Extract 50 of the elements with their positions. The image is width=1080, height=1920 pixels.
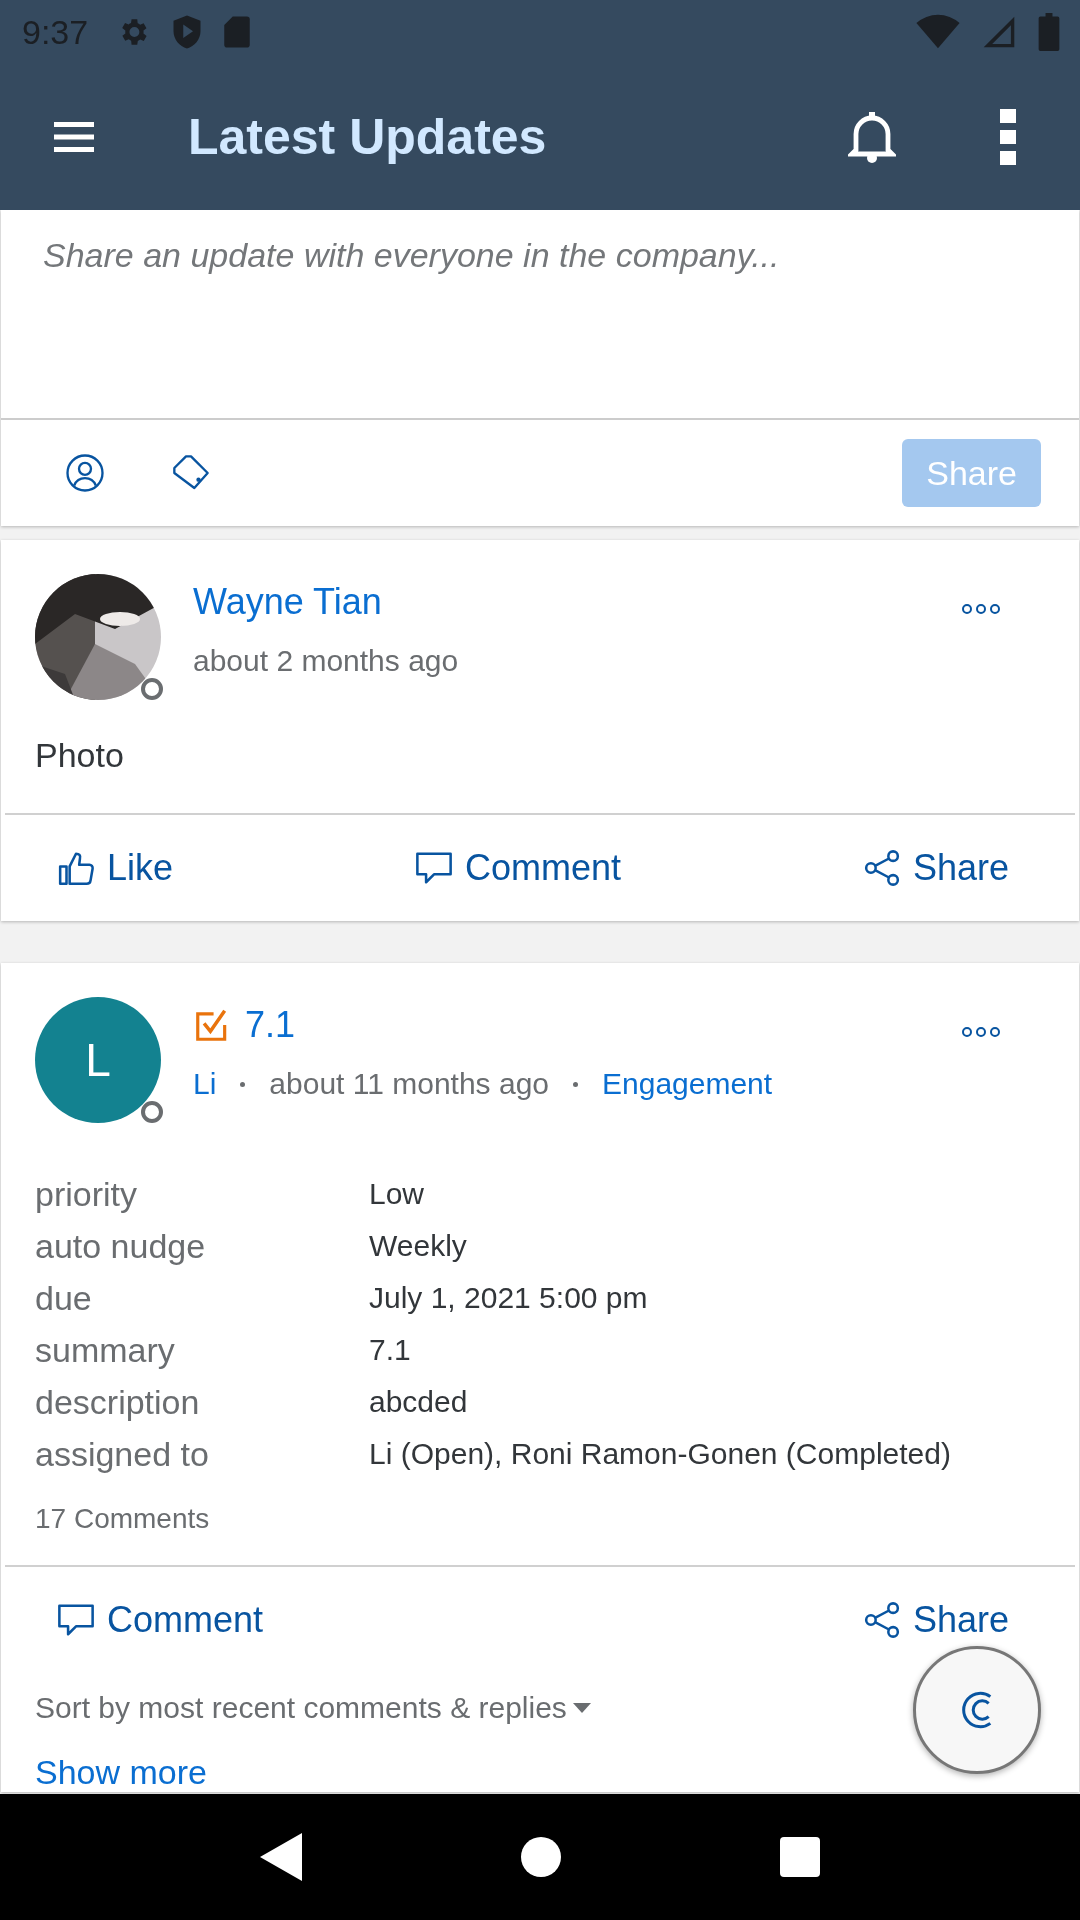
comment-button[interactable]: Comment [57,1601,264,1639]
comment-button[interactable]: Comment [414,849,621,887]
more-icon[interactable] [961,1025,1001,1039]
recent-apps-icon[interactable] [780,1837,821,1877]
sort-dropdown[interactable]: Sort by most recent comments & replies [35,1691,591,1725]
field-label: description [35,1382,201,1423]
field-value: Low [369,1176,426,1212]
field-label: priority [35,1174,139,1215]
status-time: 9:37 [22,12,89,52]
show-more-link[interactable]: Show more [1,1725,1079,1792]
comment-count: 17 Comments [34,1502,211,1536]
mention-person-icon[interactable] [65,453,105,493]
field-value: Weekly [369,1228,468,1264]
menu-icon[interactable] [54,120,94,154]
field-value: 7.1 [369,1332,412,1368]
wifi-icon [916,14,960,50]
field-value: abcded [369,1384,469,1420]
field-value: July 1, 2021 5:00 pm [369,1280,649,1316]
page-title: Latest Updates [188,108,548,166]
signal-icon [982,14,1016,50]
group-link[interactable]: Engagement [602,1067,773,1101]
presence-indicator [141,1101,163,1123]
author-link[interactable]: Wayne Tian [193,581,382,623]
field-label: assigned to [35,1434,210,1475]
field-label: summary [35,1330,176,1371]
task-title-link[interactable]: 7.1 [245,1004,296,1046]
sd-card-icon [224,15,251,49]
author-link[interactable]: Li [193,1067,217,1101]
share-icon [862,1601,901,1639]
more-options-icon[interactable] [998,109,1018,165]
post-time: about 2 months ago [193,644,459,678]
post-time: about 11 months ago [269,1067,549,1101]
field-value: Li (Open), Roni Ramon-Gonen (Completed) [369,1436,952,1472]
battery-icon [1038,13,1060,51]
field-label: auto nudge [35,1226,207,1267]
field-label: due [35,1278,93,1319]
caret-icon [572,1703,591,1713]
more-icon[interactable] [961,602,1001,616]
home-icon[interactable] [521,1837,561,1877]
like-button[interactable]: Like [57,849,174,887]
presence-indicator [141,678,163,700]
back-icon[interactable] [259,1833,302,1881]
update-field[interactable]: Share an update with everyone in the company... [1,210,1079,420]
share-button[interactable]: Share [862,1601,1009,1639]
share-icon [862,849,901,887]
notification-bell-icon[interactable] [848,110,896,164]
avatar: L [35,997,161,1123]
post-text: Photo [34,735,125,776]
share-button[interactable]: Share [862,849,1009,887]
shield-icon [172,14,203,50]
